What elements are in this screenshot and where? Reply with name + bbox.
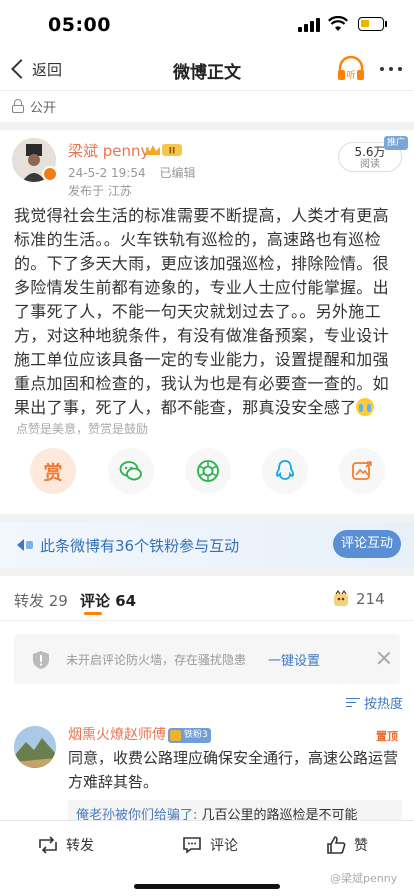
more-options-button[interactable] — [378, 58, 404, 80]
image-share-button[interactable] — [339, 448, 385, 494]
pinned-tag: 置顶 — [376, 730, 398, 743]
comment-text: 同意，收费公路理应确保安全通行，高速公路运营方难辞其咎。 — [68, 749, 399, 791]
nav-bar: 返回 微博正文 听 — [0, 48, 414, 90]
sort-by-hot-button[interactable]: 按热度 — [346, 693, 403, 712]
fans-interaction-icon — [17, 539, 33, 551]
share-actions: 赏 — [0, 448, 414, 498]
chevron-left-icon — [11, 59, 31, 79]
section-separator — [0, 122, 414, 130]
wechat-share-button[interactable] — [108, 448, 154, 494]
fan-badge-label: 铁粉3 — [184, 730, 208, 740]
back-label: 返回 — [32, 60, 63, 79]
status-bar: 05:00 — [0, 0, 414, 48]
battery-icon — [358, 17, 384, 31]
listen-label: 听 — [346, 70, 355, 81]
battery-level — [361, 20, 369, 27]
wechat-icon — [119, 461, 142, 481]
sort-icon — [346, 697, 360, 709]
notice-text: 未开启评论防火墙，存在骚扰隐患 — [66, 653, 247, 667]
watermark: @梁斌penny — [330, 872, 398, 885]
wifi-icon — [328, 16, 348, 31]
comment-button[interactable]: 评论 — [182, 835, 238, 855]
qq-icon — [276, 460, 294, 480]
comment-icon — [183, 837, 201, 854]
like-label: 赞 — [354, 838, 368, 854]
sort-label: 按热度 — [364, 697, 404, 712]
repost-icon — [39, 836, 57, 854]
visibility-label: 公开 — [30, 100, 57, 116]
back-button[interactable]: 返回 — [10, 56, 62, 82]
nav-divider — [0, 90, 414, 91]
verified-badge-icon — [42, 166, 58, 182]
like-count: 214 — [356, 590, 385, 608]
post-body: 我觉得社会生活的标准需要不断提高，人类才有更高标准的生活。。火车铁轨有巡检的，高… — [14, 204, 404, 420]
post-date: 24-5-2 19:54 — [68, 166, 146, 180]
repost-label: 转发 — [66, 838, 94, 854]
reward-label: 赏 — [43, 461, 63, 484]
interaction-text: 此条微博有36个铁粉参与互动 — [40, 537, 240, 555]
section-separator — [0, 514, 414, 522]
reward-hint: 点赞是美意，赞赏是鼓励 — [16, 422, 149, 436]
tab-like[interactable]: 214 — [332, 590, 385, 608]
comment-tabs: 转发 29 评论 64 214 — [0, 586, 414, 616]
thumbs-up-icon — [327, 836, 346, 854]
one-click-setup-link[interactable]: 一键设置 — [268, 650, 320, 669]
like-button[interactable]: 赞 — [326, 835, 368, 855]
post-meta: 24-5-2 19:54 已编辑 — [68, 164, 205, 181]
section-separator — [0, 568, 414, 576]
commenter-name[interactable]: 烟熏火燎赵师傅 — [68, 724, 166, 744]
close-icon[interactable] — [376, 650, 392, 666]
post-text: 我觉得社会生活的标准需要不断提高，人类才有更高标准的生活。。火车铁轨有巡检的，高… — [14, 206, 389, 417]
qq-share-button[interactable] — [262, 448, 308, 494]
comment-interaction-button[interactable]: 评论互动 — [333, 530, 401, 558]
author-name[interactable]: 梁斌 penny — [68, 140, 149, 161]
repost-button[interactable]: 转发 — [38, 835, 94, 855]
fan-badge-icon — [170, 730, 181, 741]
comment-label: 评论 — [210, 838, 238, 854]
crying-emoji-icon — [356, 398, 375, 416]
home-indicator — [134, 884, 280, 889]
reward-button[interactable]: 赏 — [30, 448, 76, 494]
edited-label[interactable]: 已编辑 — [159, 166, 195, 180]
shield-icon — [33, 651, 49, 669]
cellular-signal-icon — [298, 18, 320, 32]
like-sticker-icon — [334, 590, 348, 606]
active-tab-indicator — [84, 612, 102, 615]
post-location: 发布于 江苏 — [68, 184, 132, 198]
reply-preview[interactable]: 俺老孙被你们给骗了: 几百公里的路巡检是不可能 — [68, 800, 402, 822]
lock-icon — [12, 99, 24, 113]
tab-repost[interactable]: 转发 29 — [14, 590, 68, 611]
listen-button[interactable]: 听 — [336, 56, 366, 82]
promote-tag[interactable]: 推广 — [384, 136, 409, 150]
tab-comment[interactable]: 评论 64 — [80, 590, 136, 611]
image-share-icon — [352, 461, 372, 480]
commenter-avatar[interactable] — [14, 726, 56, 768]
level-badge-text: II — [169, 147, 176, 157]
commenter-avatar-image — [14, 726, 56, 768]
crown-level-icon: II — [144, 142, 184, 158]
battery-cap — [385, 21, 387, 27]
moments-share-button[interactable] — [185, 448, 231, 494]
firewall-notice: 未开启评论防火墙，存在骚扰隐患 一键设置 — [14, 634, 400, 684]
visibility-row[interactable]: 公开 — [12, 94, 56, 118]
fan-badge: 铁粉3 — [168, 728, 211, 743]
moments-icon — [197, 460, 219, 482]
fans-interaction-banner[interactable]: 此条微博有36个铁粉参与互动 评论互动 — [0, 522, 414, 568]
status-time: 05:00 — [48, 14, 111, 36]
read-label: 阅读 — [360, 159, 380, 170]
tabs-divider — [0, 620, 414, 621]
